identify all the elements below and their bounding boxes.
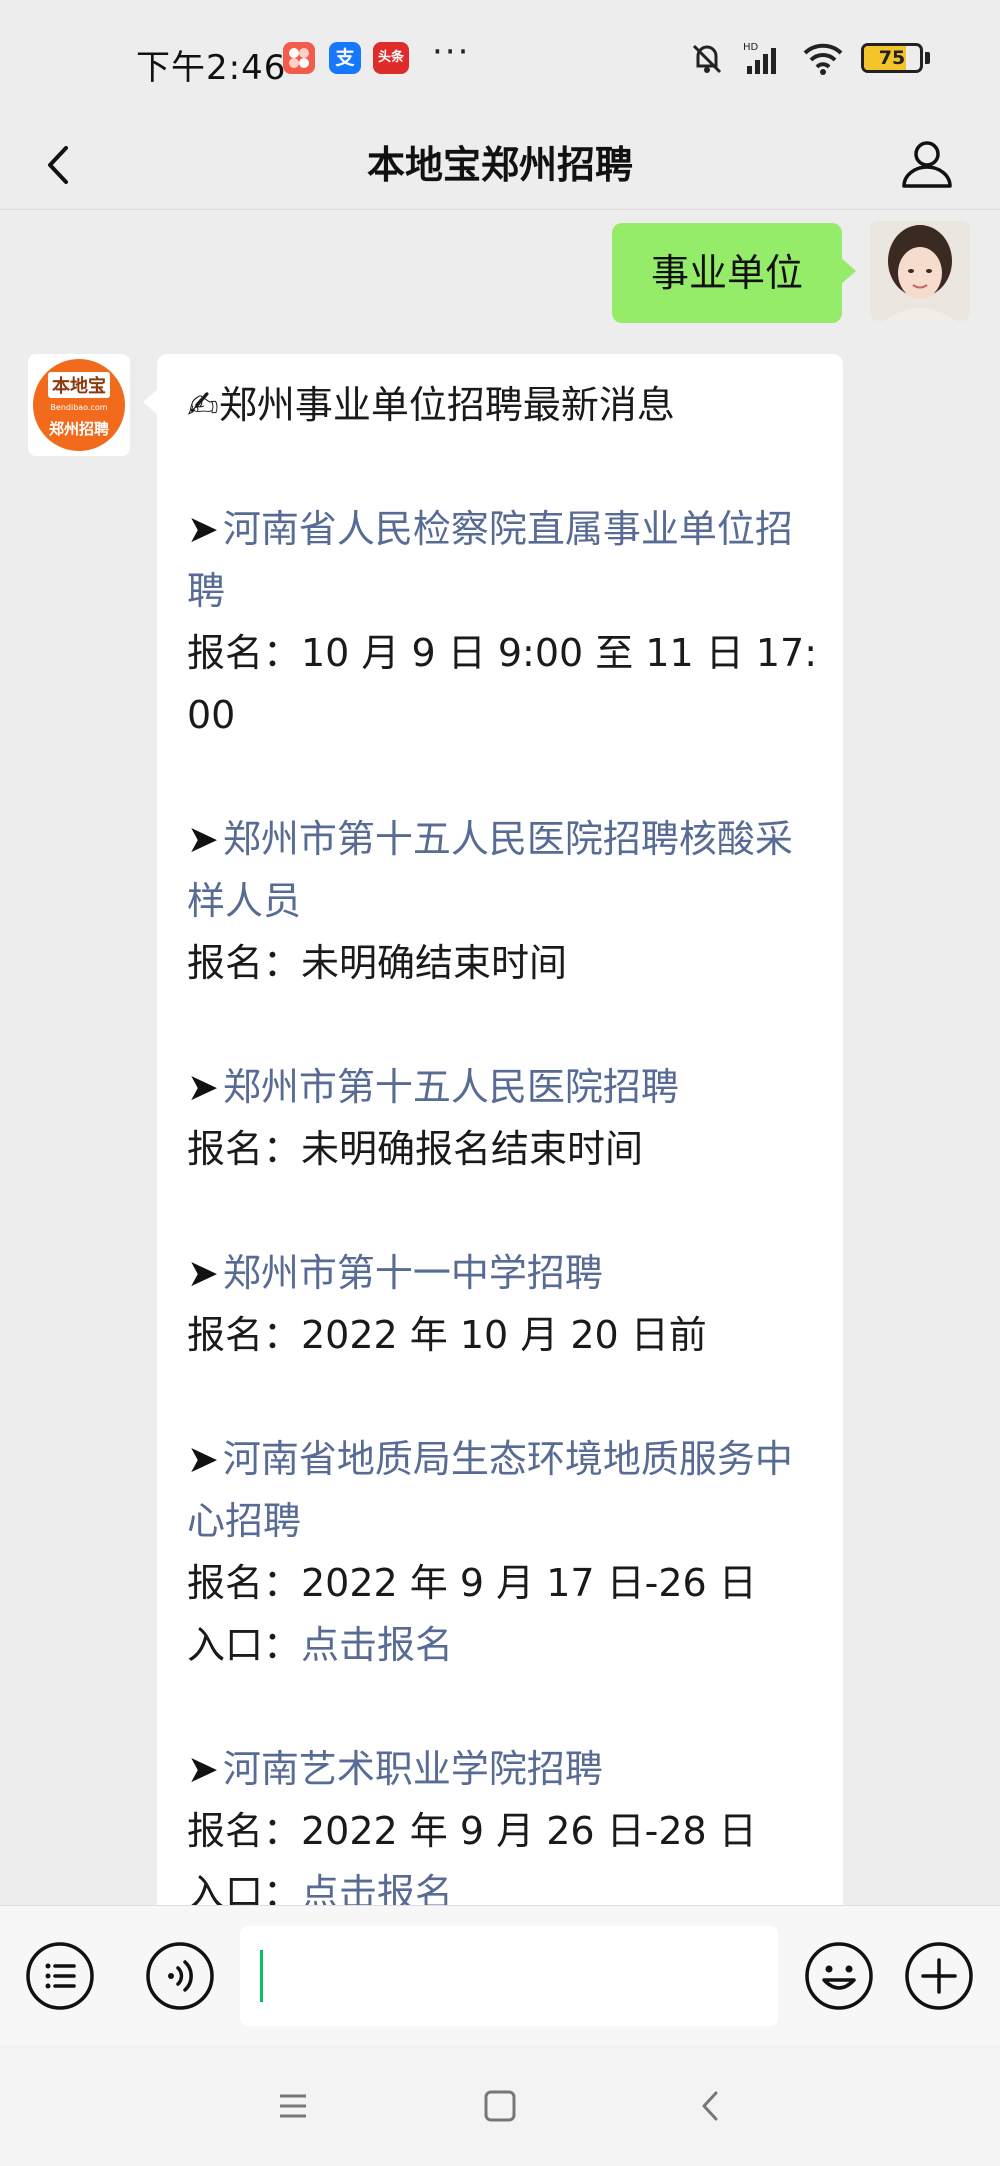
status-bar: 下午2:46 支 头条 ··· HD 75 [0, 0, 1000, 118]
job-link[interactable]: 河南艺术职业学院招聘 [223, 1747, 603, 1791]
registration-time: 报名：2022 年 9 月 26 日-28 日 [187, 1809, 757, 1853]
mute-icon [692, 44, 722, 74]
more-functions-button[interactable] [903, 1940, 975, 2012]
bot-avatar-city: 郑州招聘 [49, 420, 109, 438]
battery-icon: 75 [861, 43, 923, 73]
job-item: ➤ 河南省人民检察院直属事业单位招聘 报名：10 月 9 日 9:00 至 11 … [187, 498, 819, 746]
arrow-icon: ➤ [187, 507, 219, 551]
bot-avatar-brand: 本地宝 [52, 375, 106, 397]
bot-message-bubble[interactable]: ✍郑州事业单位招聘最新消息 ➤ 河南省人民检察院直属事业单位招聘 报名：10 月 … [143, 354, 843, 1905]
job-item: ➤ 郑州市第十一中学招聘 报名：2022 年 10 月 20 日前 [187, 1242, 819, 1366]
battery-level: 75 [878, 47, 906, 69]
voice-button[interactable] [144, 1940, 216, 2012]
register-link[interactable]: 点击报名 [301, 1623, 453, 1667]
nav-back-icon [702, 2091, 718, 2121]
bot-avatar-site: Bendibao.com [50, 403, 107, 412]
nav-back-button[interactable] [688, 2083, 734, 2129]
voice-icon [146, 1942, 214, 2010]
registration-time: 报名：2022 年 9 月 17 日-26 日 [187, 1561, 757, 1605]
app-notification-icon [283, 42, 315, 74]
user-message-bubble[interactable]: 事业单位 [612, 223, 856, 323]
arrow-icon: ➤ [187, 1747, 219, 1791]
emoji-icon [805, 1942, 873, 2010]
registration-time: 报名：未明确报名结束时间 [187, 1127, 644, 1171]
arrow-icon: ➤ [187, 1251, 219, 1295]
registration-time: 报名：未明确结束时间 [187, 941, 568, 985]
menu-button[interactable] [24, 1940, 96, 2012]
text-caret [260, 1950, 263, 2002]
svg-text:HD: HD [743, 42, 759, 53]
bot-avatar[interactable]: 本地宝 Bendibao.com 郑州招聘 [28, 354, 130, 456]
status-time: 下午2:46 [136, 48, 287, 88]
more-notifications-icon: ··· [432, 32, 471, 72]
arrow-icon: ➤ [187, 817, 219, 861]
chat-info-button[interactable] [892, 128, 962, 198]
input-bar [0, 1905, 1000, 2045]
message-heading: ✍郑州事业单位招聘最新消息 [187, 383, 675, 427]
entry-label: 入口： [187, 1623, 302, 1667]
message-input[interactable] [240, 1926, 778, 2026]
registration-time: 报名：10 月 9 日 9:00 至 11 日 17:00 [187, 631, 818, 737]
job-link[interactable]: 河南省人民检察院直属事业单位招聘 [187, 507, 793, 613]
user-avatar[interactable] [870, 221, 970, 321]
person-icon [902, 141, 952, 188]
plus-icon [905, 1942, 973, 2010]
arrow-icon: ➤ [187, 1065, 219, 1109]
nav-menu-button[interactable] [270, 2083, 316, 2129]
job-item: ➤ 郑州市第十五人民医院招聘 报名：未明确报名结束时间 [187, 1056, 819, 1180]
system-icons: HD 75 [689, 36, 930, 80]
battery-tip [925, 52, 930, 64]
toutiao-icon: 头条 [373, 42, 409, 74]
page-title: 本地宝郑州招聘 [366, 143, 633, 187]
signal-icon: HD [743, 42, 776, 74]
job-link[interactable]: 郑州市第十五人民医院招聘 [223, 1065, 679, 1109]
job-item: ➤ 郑州市第十五人民医院招聘核酸采样人员 报名：未明确结束时间 [187, 808, 819, 994]
register-link[interactable]: 点击报名 [301, 1871, 453, 1905]
alipay-icon: 支 [329, 42, 361, 74]
entry-label: 入口： [187, 1871, 302, 1905]
menu-list-icon [26, 1942, 94, 2010]
job-link[interactable]: 郑州市第十五人民医院招聘核酸采样人员 [187, 817, 793, 923]
job-item: ➤ 河南艺术职业学院招聘 报名：2022 年 9 月 26 日-28 日 入口：点… [187, 1738, 819, 1905]
system-nav-bar [0, 2045, 1000, 2166]
nav-home-button[interactable] [477, 2083, 523, 2129]
job-link[interactable]: 郑州市第十一中学招聘 [223, 1251, 603, 1295]
emoji-button[interactable] [803, 1940, 875, 2012]
chat-messages[interactable]: 事业单位 本地宝 Bendibao.com 郑州招聘 ✍郑州事业单位招聘最新消息… [0, 211, 1000, 1905]
nav-menu-icon [280, 2094, 306, 2118]
wifi-icon [803, 43, 843, 75]
nav-home-icon [484, 2090, 516, 2122]
registration-time: 报名：2022 年 10 月 20 日前 [187, 1313, 707, 1357]
title-bar: 本地宝郑州招聘 [0, 118, 1000, 210]
job-item: ➤ 河南省地质局生态环境地质服务中心招聘 报名：2022 年 9 月 17 日-2… [187, 1428, 819, 1676]
job-link[interactable]: 河南省地质局生态环境地质服务中心招聘 [187, 1437, 793, 1543]
arrow-icon: ➤ [187, 1437, 219, 1481]
